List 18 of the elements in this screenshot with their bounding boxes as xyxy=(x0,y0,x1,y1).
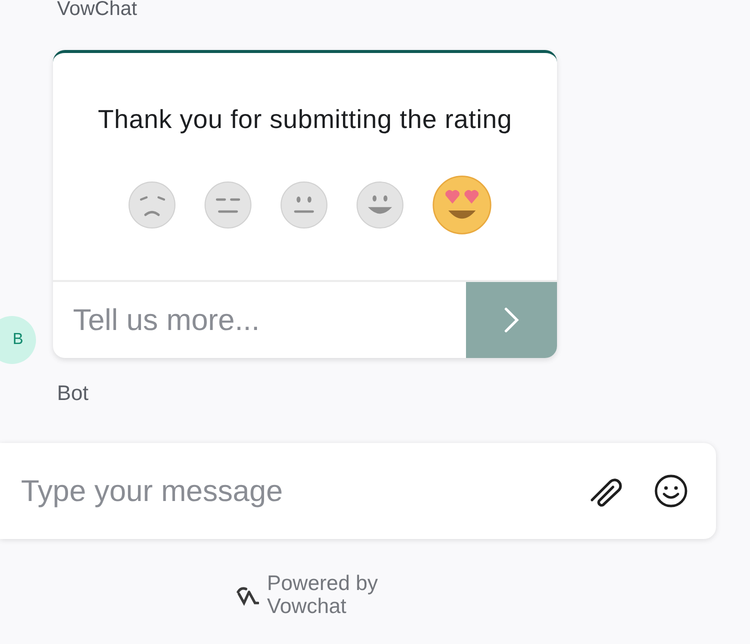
powered-by-text: Powered by xyxy=(267,572,378,595)
message-field[interactable]: Type your message xyxy=(0,443,716,539)
sender-name: Bot xyxy=(57,381,89,407)
rating-option[interactable] xyxy=(356,181,404,229)
rating-option[interactable] xyxy=(128,181,176,229)
rating-option[interactable] xyxy=(204,181,252,229)
feedback-input[interactable]: Tell us more... xyxy=(53,282,466,358)
logo-icon xyxy=(235,584,259,606)
rating-option[interactable] xyxy=(280,181,328,229)
avatar: B xyxy=(0,316,36,364)
smiley-icon xyxy=(654,474,688,508)
message-input[interactable]: Type your message xyxy=(21,468,590,514)
emoji-button[interactable] xyxy=(654,474,688,508)
sender-name: VowChat xyxy=(57,0,138,22)
brand-name: Vowchat xyxy=(267,595,348,618)
rating-option[interactable] xyxy=(432,175,492,235)
chevron-right-icon xyxy=(504,307,520,333)
rating-title: Thank you for submitting the rating xyxy=(96,103,514,136)
